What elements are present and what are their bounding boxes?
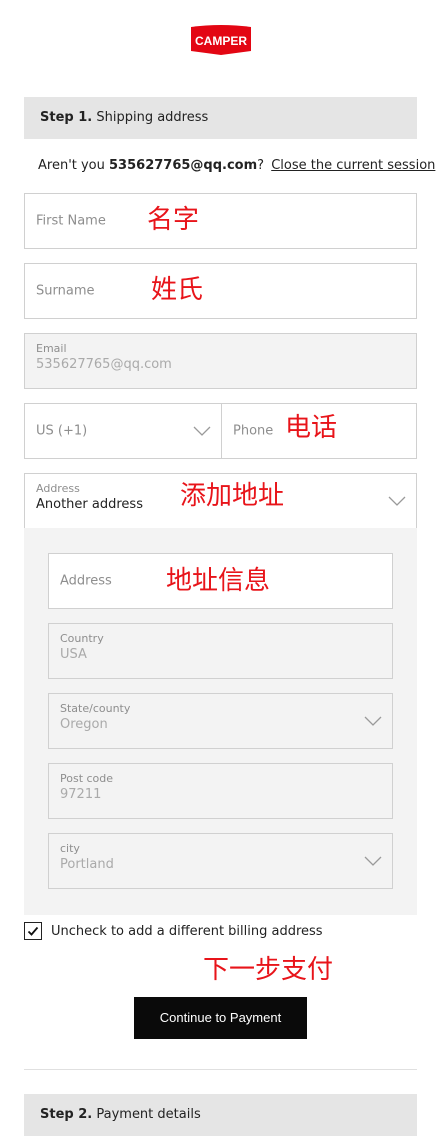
surname-placeholder: Surname [36, 283, 95, 299]
state-label: State/county [60, 702, 131, 715]
state-select[interactable]: State/county Oregon [48, 693, 393, 749]
email-value: 535627765@qq.com [36, 357, 172, 372]
close-session-link[interactable]: Close the current session [271, 158, 435, 173]
post-code-value: 97211 [60, 787, 102, 802]
step2-number: Step 2. [40, 1107, 93, 1122]
step2-header[interactable]: Step 2. Payment details [24, 1094, 417, 1136]
city-label: city [60, 842, 80, 855]
section-divider [24, 1069, 417, 1070]
address-select-label: Address [36, 482, 80, 495]
country-code-select[interactable]: US (+1) [24, 403, 222, 459]
phone-annotation: 电话 [285, 413, 338, 443]
email-label: Email [36, 342, 67, 355]
continue-annotation: 下一步支付 [203, 955, 334, 985]
step2-title: Payment details [96, 1107, 201, 1122]
session-suffix: ? [257, 158, 265, 173]
chevron-down-icon [388, 496, 406, 506]
country-label: Country [60, 632, 104, 645]
continue-to-payment-button[interactable]: Continue to Payment [134, 997, 307, 1039]
billing-address-toggle[interactable]: Uncheck to add a different billing addre… [24, 922, 323, 940]
logo-text: CAMPER [195, 34, 247, 48]
chevron-down-icon [364, 716, 382, 726]
address-select-value: Another address [36, 497, 143, 512]
surname-annotation: 姓氏 [151, 275, 204, 305]
country-field: Country USA [48, 623, 393, 679]
session-info: Aren't you 535627765@qq.com? Close the c… [38, 158, 435, 173]
city-value: Portland [60, 857, 114, 872]
address-select-annotation: 添加地址 [180, 481, 285, 511]
session-email: 535627765@qq.com [109, 158, 258, 173]
session-prefix: Aren't you [38, 158, 110, 173]
country-value: USA [60, 647, 87, 662]
state-value: Oregon [60, 717, 108, 732]
address-annotation: 地址信息 [166, 566, 271, 596]
post-code-label: Post code [60, 772, 114, 785]
country-code-value: US (+1) [36, 423, 88, 439]
address-placeholder: Address [60, 573, 112, 589]
chevron-down-icon [193, 426, 211, 436]
camper-logo[interactable]: CAMPER [189, 24, 253, 56]
email-field: Email 535627765@qq.com [24, 333, 417, 389]
billing-checkbox[interactable] [24, 922, 42, 940]
first-name-placeholder: First Name [36, 213, 106, 229]
phone-placeholder: Phone [233, 423, 274, 439]
billing-label: Uncheck to add a different billing addre… [51, 923, 323, 939]
chevron-down-icon [364, 856, 382, 866]
first-name-field[interactable]: First Name [24, 193, 417, 249]
post-code-field[interactable]: Post code 97211 [48, 763, 393, 819]
step1-title: Shipping address [96, 110, 209, 125]
step1-number: Step 1. [40, 110, 93, 125]
checkmark-icon [27, 926, 39, 936]
first-name-annotation: 名字 [147, 205, 200, 235]
city-select[interactable]: city Portland [48, 833, 393, 889]
step1-header: Step 1. Shipping address [24, 97, 417, 139]
surname-field[interactable]: Surname [24, 263, 417, 319]
